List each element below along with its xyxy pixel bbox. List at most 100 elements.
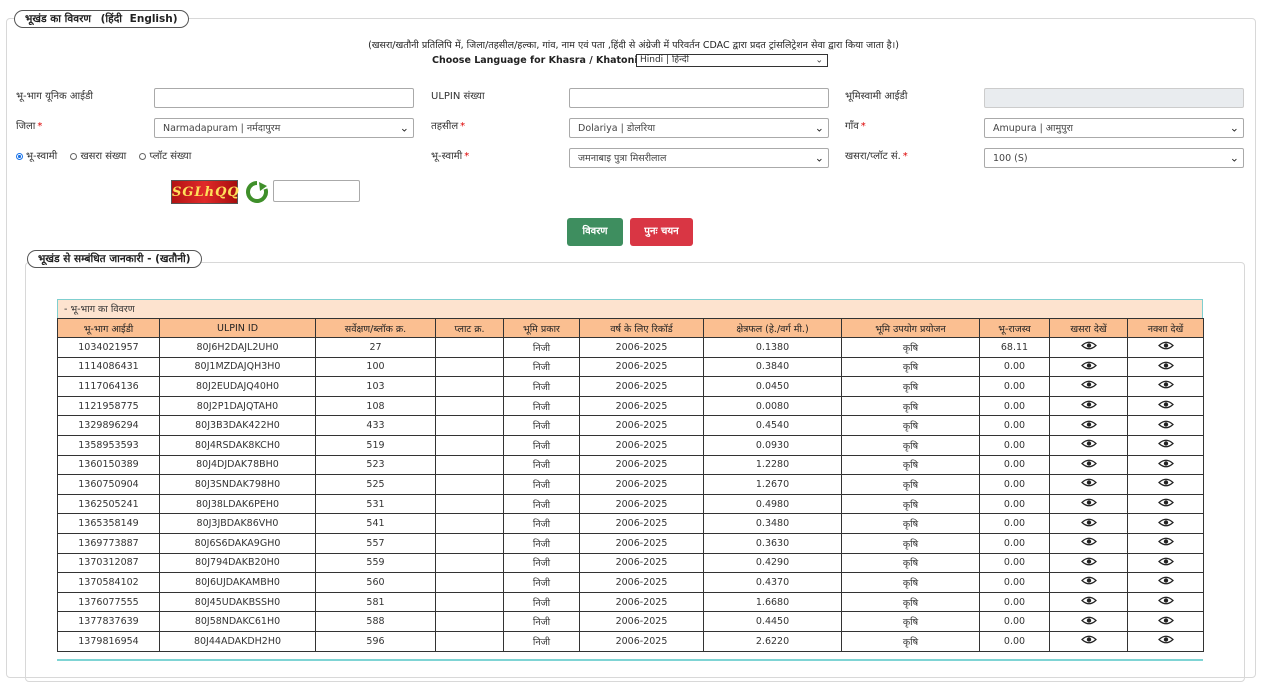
ulpin-input[interactable]: [569, 88, 829, 108]
table-row: 1034021957 80J6H2DAJL2UH0 27 निजी 2006-2025 0…: [57, 337, 1204, 358]
khasra-select[interactable]: 100 (S) ⌄: [984, 148, 1244, 168]
legend-title: भूखंड का विवरण: [25, 13, 91, 25]
table-cell: 523: [315, 454, 436, 476]
table-cell: 519: [315, 434, 436, 456]
table-cell: निजी: [503, 356, 580, 378]
eye-icon[interactable]: [1080, 537, 1097, 549]
table-cell: निजी: [503, 493, 580, 515]
radio-plot[interactable]: प्लॉट संख्या: [139, 151, 191, 162]
eye-icon[interactable]: [1157, 576, 1174, 588]
eye-icon[interactable]: [1157, 420, 1174, 432]
village-select[interactable]: Amupura | आमुपुरा ⌄: [984, 118, 1244, 138]
table-cell: 433: [315, 415, 436, 436]
district-select[interactable]: Narmadapuram | नर्मदापुरम ⌄: [154, 118, 414, 138]
table-cell: 0.00: [979, 630, 1050, 652]
table-cell: 103: [315, 376, 436, 397]
table-cell: 0.00: [979, 474, 1050, 495]
chevron-down-icon: ⌄: [815, 55, 823, 65]
eye-icon[interactable]: [1157, 439, 1174, 451]
eye-icon[interactable]: [1080, 478, 1097, 490]
table-cell: 2006-2025: [579, 493, 704, 515]
reset-button[interactable]: पुनः चयन करे: [630, 218, 693, 265]
eye-icon[interactable]: [1157, 380, 1174, 392]
column-header: भूमि प्रकार: [503, 318, 580, 338]
eye-icon[interactable]: [1157, 635, 1174, 647]
eye-icon[interactable]: [1157, 341, 1174, 353]
land-table: भू-भाग आईडी ULPIN ID सर्वेक्षण/ब्लॉक क्र. प…: [57, 318, 1204, 652]
refresh-captcha-icon[interactable]: [245, 180, 269, 204]
table-cell: 560: [315, 572, 436, 593]
eye-icon[interactable]: [1080, 616, 1097, 628]
eye-icon[interactable]: [1080, 518, 1097, 530]
table-cell: निजी: [503, 532, 580, 554]
radio-owner[interactable]: भू-स्वामी: [16, 151, 57, 162]
eye-icon[interactable]: [1157, 616, 1174, 628]
table-cell: 2006-2025: [579, 337, 704, 358]
eye-icon[interactable]: [1080, 439, 1097, 451]
table-cell: 1360150389: [57, 454, 160, 476]
eye-icon[interactable]: [1080, 361, 1097, 373]
table-cell: 0.4370: [703, 572, 842, 593]
table-row: 1358953593 80J4RSDAK8KCH0 519 निजी 2006-2025…: [57, 434, 1204, 456]
tehsil-select[interactable]: Dolariya | डोलरिया ⌄: [569, 118, 829, 138]
eye-icon[interactable]: [1157, 596, 1174, 608]
view-map-cell: [1127, 434, 1204, 456]
district-value: Narmadapuram | नर्मदापुरम: [163, 123, 281, 134]
table-cell: निजी: [503, 591, 580, 613]
table-cell: 0.4540: [703, 415, 842, 436]
eye-icon[interactable]: [1157, 400, 1174, 412]
eye-icon[interactable]: [1080, 596, 1097, 608]
eye-icon[interactable]: [1080, 498, 1097, 510]
table-cell: [435, 513, 504, 534]
eye-icon[interactable]: [1080, 459, 1097, 471]
eye-icon[interactable]: [1080, 400, 1097, 412]
column-header: वर्ष के लिए रिकॉर्ड: [579, 318, 704, 338]
table-cell: 1117064136: [57, 376, 160, 397]
column-header: नक्शा देखें: [1127, 318, 1204, 338]
table-cell: 1329896294: [57, 415, 160, 436]
view-map-cell: [1127, 611, 1204, 632]
eye-icon[interactable]: [1157, 557, 1174, 569]
table-cell: निजी: [503, 376, 580, 397]
table-cell: 531: [315, 493, 436, 515]
chevron-down-icon: ⌄: [1229, 151, 1239, 165]
owner-select[interactable]: जमनाबाइ पुत्रा मिसरीलाल ⌄: [569, 148, 829, 168]
table-cell: 0.4290: [703, 552, 842, 574]
eye-icon[interactable]: [1080, 635, 1097, 647]
eye-icon[interactable]: [1157, 361, 1174, 373]
view-khasra-cell: [1049, 552, 1128, 574]
eye-icon[interactable]: [1157, 537, 1174, 549]
table-cell: 80J6H2DAJL2UH0: [159, 337, 316, 358]
eye-icon[interactable]: [1157, 518, 1174, 530]
captcha-input[interactable]: [273, 180, 360, 202]
lang-english-toggle[interactable]: English): [130, 13, 178, 25]
eye-icon[interactable]: [1157, 478, 1174, 490]
table-cell: [435, 376, 504, 397]
chevron-down-icon: ⌄: [814, 151, 824, 165]
eye-icon[interactable]: [1080, 420, 1097, 432]
eye-icon[interactable]: [1080, 380, 1097, 392]
radio-khasra[interactable]: खसरा संख्या: [70, 151, 126, 162]
language-select[interactable]: Hindi | हिन्दी ⌄: [636, 54, 828, 67]
eye-icon[interactable]: [1080, 557, 1097, 569]
eye-icon[interactable]: [1157, 498, 1174, 510]
table-cell: कृषि: [841, 376, 980, 397]
view-details-button[interactable]: विवरण देखे: [567, 218, 623, 265]
table-cell: [435, 356, 504, 378]
table-cell: निजी: [503, 552, 580, 574]
view-map-cell: [1127, 395, 1204, 417]
table-cell: 108: [315, 395, 436, 417]
view-khasra-cell: [1049, 532, 1128, 554]
view-khasra-cell: [1049, 415, 1128, 436]
village-label: गाँव *: [845, 121, 866, 132]
eye-icon[interactable]: [1080, 341, 1097, 353]
eye-icon[interactable]: [1080, 576, 1097, 588]
table-cell: कृषि: [841, 630, 980, 652]
table-cell: निजी: [503, 395, 580, 417]
table-cell: 1.6680: [703, 591, 842, 613]
unique-id-input[interactable]: [154, 88, 414, 108]
table-cell: कृषि: [841, 552, 980, 574]
lang-hindi-toggle[interactable]: (हिंदी: [101, 13, 122, 25]
eye-icon[interactable]: [1157, 459, 1174, 471]
table-cell: 1376077555: [57, 591, 160, 613]
